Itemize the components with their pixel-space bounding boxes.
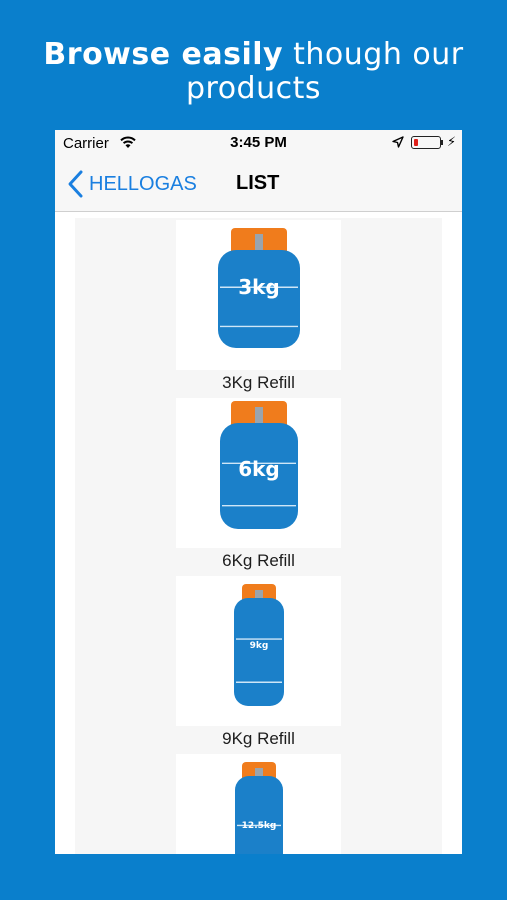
back-button[interactable]: HELLOGAS <box>65 169 197 199</box>
product-item[interactable]: 6kg 6Kg Refill <box>55 398 462 576</box>
battery-fill <box>414 139 418 146</box>
product-caption: 3Kg Refill <box>222 373 295 392</box>
navigation-bar: HELLOGAS LIST <box>55 156 462 212</box>
product-item[interactable]: 3kg 3Kg Refill <box>55 220 462 398</box>
product-caption: 9Kg Refill <box>222 729 295 748</box>
gas-cylinder-icon: 9kg <box>234 584 284 706</box>
cylinder-body <box>218 250 300 348</box>
gas-cylinder-icon: 6kg <box>220 401 298 529</box>
product-list[interactable]: 3kg 3Kg Refill 6kg 6Kg Refill 9kg 9Kg Refill 1… <box>55 212 462 854</box>
product-item[interactable]: 12.5kg <box>55 754 462 854</box>
battery-tip <box>441 140 443 145</box>
product-card: 6kg <box>176 398 341 548</box>
charging-bolt-icon: ⚡︎ <box>447 134 457 149</box>
nav-title: LIST <box>236 172 280 194</box>
product-card: 12.5kg <box>176 754 341 854</box>
status-bar: Carrier 3:45 PM ⚡︎ <box>55 130 462 156</box>
headline-light: though our <box>283 37 464 72</box>
headline-bold: Browse easily <box>43 37 284 72</box>
product-caption: 6Kg Refill <box>222 551 295 570</box>
cylinder-weight-label: 3kg <box>238 275 280 299</box>
product-card: 3kg <box>176 220 341 370</box>
cylinder-body <box>234 598 284 706</box>
promo-headline: Browse easily though our products <box>0 38 507 106</box>
cylinder-weight-label: 12.5kg <box>242 821 277 831</box>
cylinder-weight-label: 6kg <box>238 457 280 481</box>
phone-screen: Carrier 3:45 PM ⚡︎ HELLOGAS LIST 3kg 3Kg … <box>55 130 462 854</box>
battery-icon <box>411 136 441 149</box>
gas-cylinder-icon: 12.5kg <box>235 762 283 854</box>
back-button-label: HELLOGAS <box>89 172 197 195</box>
product-item[interactable]: 9kg 9Kg Refill <box>55 576 462 754</box>
headline-line2: products <box>185 71 321 106</box>
gas-cylinder-icon: 3kg <box>218 228 300 348</box>
product-card: 9kg <box>176 576 341 726</box>
chevron-left-icon <box>68 170 83 198</box>
location-arrow-icon <box>392 136 404 148</box>
cylinder-body <box>235 776 283 854</box>
cylinder-weight-label: 9kg <box>250 641 269 651</box>
